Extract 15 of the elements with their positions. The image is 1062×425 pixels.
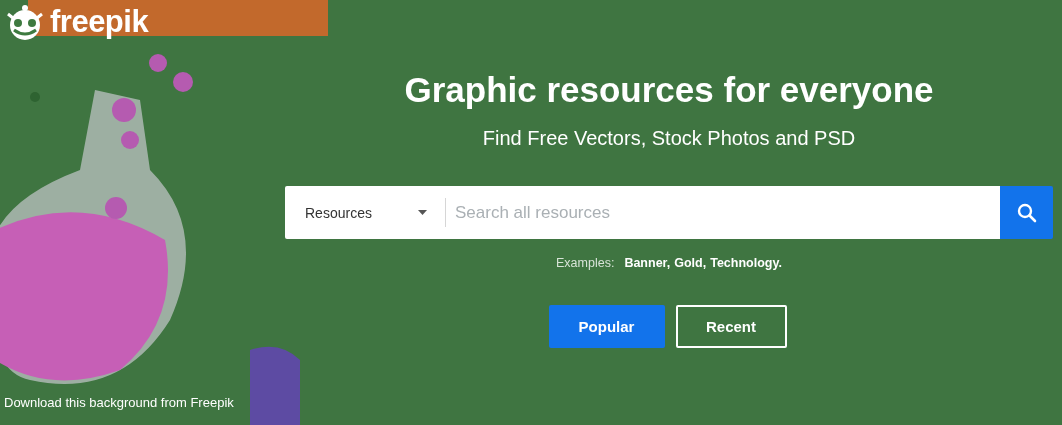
logo-text[interactable]: freepik [50, 4, 149, 40]
example-link[interactable]: Technology. [710, 256, 782, 270]
examples-label: Examples: [556, 256, 615, 270]
hero-subtitle: Find Free Vectors, Stock Photos and PSD [482, 127, 856, 150]
example-link[interactable]: Gold, [674, 256, 707, 270]
search-button[interactable] [1000, 186, 1053, 239]
example-link[interactable]: Banner, [624, 256, 671, 270]
search-field[interactable]: Search all resources [445, 186, 1000, 239]
category-dropdown[interactable]: Resources [285, 186, 445, 239]
filter-tab[interactable]: Popular [548, 305, 665, 348]
filter-tab[interactable]: Recent [675, 305, 787, 348]
hero-title: Graphic resources for everyone [404, 70, 934, 110]
search-icon [1016, 202, 1037, 223]
caret-icon [418, 210, 427, 215]
background-credit: Download this background from Freepik [3, 395, 235, 412]
